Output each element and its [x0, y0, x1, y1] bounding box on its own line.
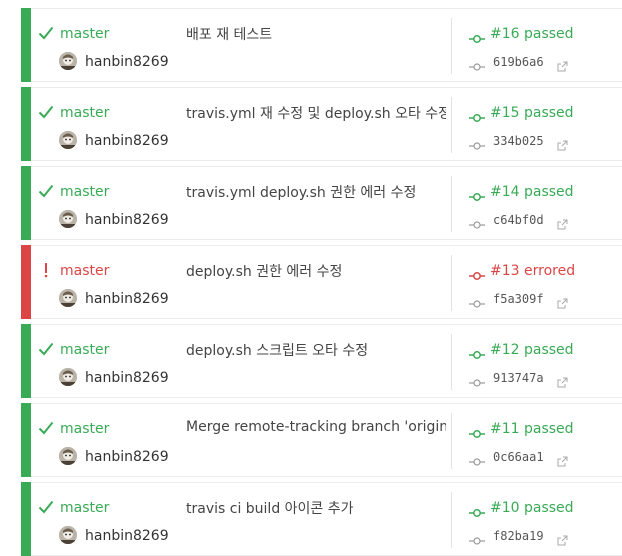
- branch-name[interactable]: master: [60, 421, 109, 437]
- external-link-icon[interactable]: [557, 215, 568, 230]
- author-name[interactable]: hanbin8269: [85, 449, 169, 465]
- commit-hash[interactable]: 334b025: [493, 134, 544, 148]
- avatar: [59, 289, 77, 307]
- author-name[interactable]: hanbin8269: [85, 54, 169, 70]
- divider: [451, 413, 452, 469]
- build-status-link[interactable]: #14 passed: [490, 184, 574, 200]
- build-status-link[interactable]: #12 passed: [490, 342, 574, 358]
- commit-message[interactable]: Merge remote-tracking branch 'origin/mas…: [186, 419, 446, 439]
- divider: [451, 492, 452, 548]
- avatar: [59, 131, 77, 149]
- divider: [451, 97, 452, 153]
- external-link-icon[interactable]: [557, 531, 568, 546]
- avatar: [59, 526, 77, 544]
- author-name[interactable]: hanbin8269: [85, 528, 169, 544]
- commit-hash-icon: [469, 57, 485, 71]
- avatar: [59, 447, 77, 465]
- commit-hash-icon: [469, 215, 485, 229]
- commit-hash-icon: [469, 294, 485, 308]
- commit-hash[interactable]: 619b6a6: [493, 55, 544, 69]
- build-row[interactable]: master hanbin8269 배포 재 테스트 #16 passed 61…: [21, 8, 622, 82]
- avatar: [59, 368, 77, 386]
- divider: [451, 255, 452, 311]
- external-link-icon[interactable]: [557, 373, 568, 388]
- external-link-icon[interactable]: [557, 452, 568, 467]
- avatar: [59, 52, 77, 70]
- commit-icon: [469, 503, 485, 517]
- commit-message[interactable]: travis ci build 아이콘 추가: [186, 498, 446, 518]
- build-row[interactable]: master hanbin8269 travis.yml deploy.sh 권…: [21, 166, 622, 240]
- commit-hash-icon: [469, 452, 485, 466]
- divider: [451, 176, 452, 232]
- commit-hash-icon: [469, 531, 485, 545]
- author-name[interactable]: hanbin8269: [85, 133, 169, 149]
- branch-name[interactable]: master: [60, 342, 109, 358]
- commit-message[interactable]: travis.yml deploy.sh 권한 에러 수정: [186, 182, 446, 202]
- commit-hash[interactable]: c64bf0d: [493, 213, 544, 227]
- author-name[interactable]: hanbin8269: [85, 370, 169, 386]
- commit-hash[interactable]: 0c66aa1: [493, 450, 544, 464]
- build-history-list: master hanbin8269 배포 재 테스트 #16 passed 61…: [0, 0, 622, 556]
- build-row[interactable]: master hanbin8269 deploy.sh 권한 에러 수정 #13…: [21, 245, 622, 319]
- check-icon: [37, 339, 55, 359]
- commit-icon: [469, 345, 485, 359]
- build-status-link[interactable]: #13 errored: [490, 263, 575, 279]
- avatar: [59, 210, 77, 228]
- check-icon: [37, 418, 55, 438]
- author-name[interactable]: hanbin8269: [85, 291, 169, 307]
- commit-hash-icon: [469, 136, 485, 150]
- commit-icon: [469, 187, 485, 201]
- build-row[interactable]: master hanbin8269 Merge remote-tracking …: [21, 403, 622, 477]
- external-link-icon[interactable]: [557, 57, 568, 72]
- branch-name[interactable]: master: [60, 263, 109, 279]
- commit-icon: [469, 29, 485, 43]
- divider: [451, 18, 452, 74]
- commit-hash-icon: [469, 373, 485, 387]
- branch-name[interactable]: master: [60, 105, 109, 121]
- branch-name[interactable]: master: [60, 26, 109, 42]
- commit-hash[interactable]: f82ba19: [493, 529, 544, 543]
- build-status-link[interactable]: #16 passed: [490, 26, 574, 42]
- build-status-link[interactable]: #15 passed: [490, 105, 574, 121]
- branch-name[interactable]: master: [60, 500, 109, 516]
- exclamation-icon: [37, 260, 55, 280]
- build-row[interactable]: master hanbin8269 deploy.sh 스크립트 오타 수정 #…: [21, 324, 622, 398]
- build-row[interactable]: master hanbin8269 travis ci build 아이콘 추가…: [21, 482, 622, 556]
- external-link-icon[interactable]: [557, 294, 568, 309]
- build-status-link[interactable]: #10 passed: [490, 500, 574, 516]
- external-link-icon[interactable]: [557, 136, 568, 151]
- check-icon: [37, 497, 55, 517]
- check-icon: [37, 102, 55, 122]
- commit-icon: [469, 266, 485, 280]
- commit-hash[interactable]: f5a309f: [493, 292, 544, 306]
- commit-icon: [469, 424, 485, 438]
- build-row[interactable]: master hanbin8269 travis.yml 재 수정 및 depl…: [21, 87, 622, 161]
- check-icon: [37, 23, 55, 43]
- author-name[interactable]: hanbin8269: [85, 212, 169, 228]
- commit-message[interactable]: deploy.sh 스크립트 오타 수정: [186, 340, 446, 360]
- build-status-link[interactable]: #11 passed: [490, 421, 574, 437]
- check-icon: [37, 181, 55, 201]
- commit-message[interactable]: deploy.sh 권한 에러 수정: [186, 261, 446, 281]
- commit-message[interactable]: travis.yml 재 수정 및 deploy.sh 오타 수정: [186, 103, 446, 123]
- divider: [451, 334, 452, 390]
- branch-name[interactable]: master: [60, 184, 109, 200]
- commit-icon: [469, 108, 485, 122]
- commit-message[interactable]: 배포 재 테스트: [186, 24, 446, 44]
- commit-hash[interactable]: 913747a: [493, 371, 544, 385]
